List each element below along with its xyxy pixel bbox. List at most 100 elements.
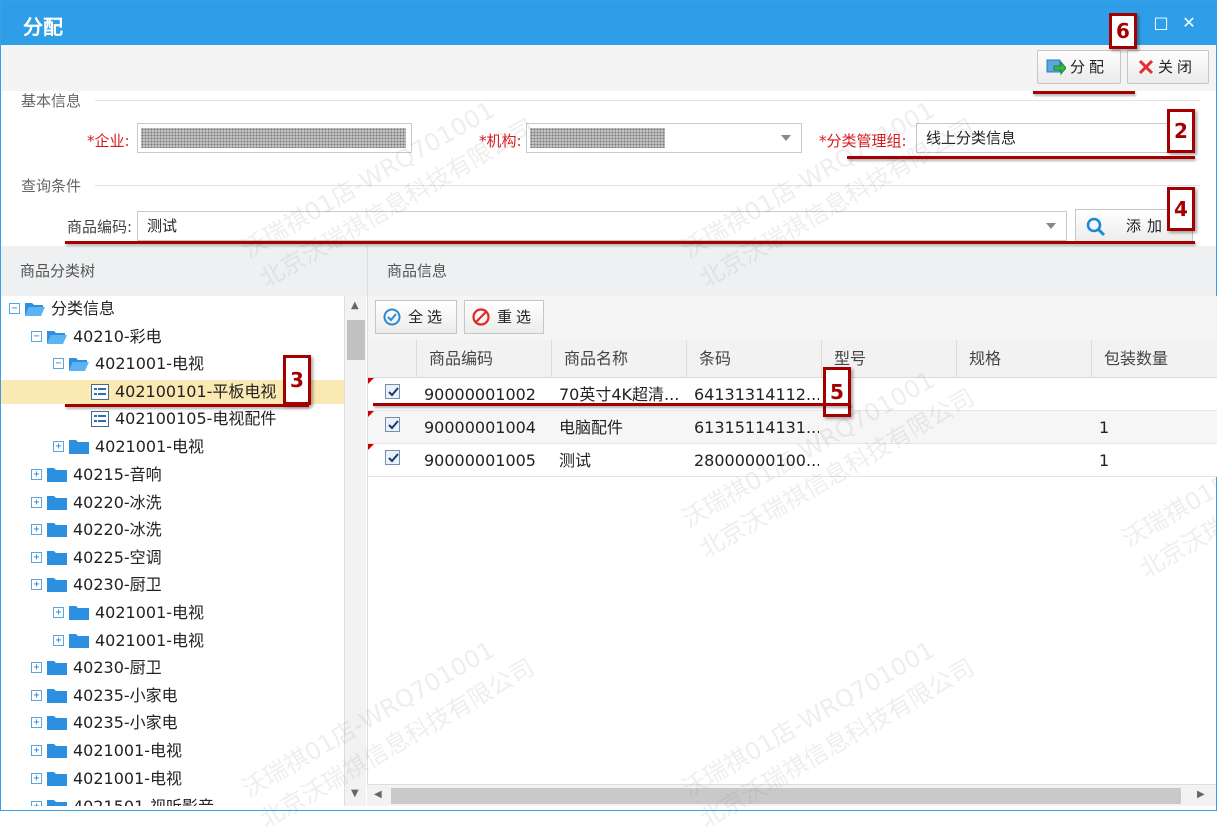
annotation-underline	[847, 156, 1195, 159]
modified-marker	[368, 411, 374, 417]
folder-icon	[69, 606, 89, 620]
table-row[interactable]: 90000001002 70英寸4K超清... 64131314112...	[368, 378, 1217, 411]
tree-node[interactable]: + 40230-厨卫	[31, 573, 331, 597]
cell-code: 90000001004	[424, 418, 536, 437]
collapse-toggle[interactable]: −	[53, 358, 64, 369]
expand-toggle[interactable]: +	[53, 635, 64, 646]
close-button[interactable]: 关闭	[1127, 50, 1209, 84]
annotation-underline	[1033, 91, 1135, 94]
tree-node[interactable]: + 4021501-视听影音	[31, 795, 331, 806]
column-header[interactable]: 规格	[956, 340, 1091, 378]
maximize-icon[interactable]: □	[1151, 13, 1171, 33]
expand-toggle[interactable]: +	[31, 662, 42, 673]
annotation-badge: 3	[283, 355, 311, 405]
expand-toggle[interactable]: +	[53, 441, 64, 452]
collapse-toggle[interactable]: −	[9, 303, 20, 314]
tree-node[interactable]: + 4021001-电视	[53, 435, 333, 459]
column-header[interactable]: 条码	[686, 340, 821, 378]
tree-node[interactable]: − 40210-彩电	[31, 325, 331, 349]
add-label: 添加	[1126, 217, 1169, 235]
column-header[interactable]: 商品名称	[551, 340, 686, 378]
expand-toggle[interactable]: +	[31, 773, 42, 784]
folder-open-icon	[69, 358, 89, 371]
list-leaf-icon	[91, 411, 109, 427]
expand-toggle[interactable]: +	[31, 552, 42, 563]
scroll-right-icon[interactable]: ▶	[1197, 789, 1205, 800]
collapse-toggle[interactable]: −	[31, 331, 42, 342]
category-group-select[interactable]: 线上分类信息	[916, 123, 1191, 153]
row-checkbox[interactable]	[385, 384, 400, 399]
table-row[interactable]: 90000001004 电脑配件 61315114131... 1	[368, 411, 1217, 444]
enterprise-field[interactable]	[137, 123, 412, 153]
tree-node[interactable]: + 40220-冰洗	[31, 518, 331, 542]
scroll-left-icon[interactable]: ◀	[374, 789, 382, 800]
folder-open-icon	[25, 303, 45, 316]
folder-icon	[47, 661, 67, 675]
close-window-icon[interactable]: ✕	[1179, 13, 1199, 33]
column-header[interactable]: 包装数量	[1091, 340, 1217, 378]
product-panel: 全选 重选 商品编码 商品名称 条码 型号 规格 包装数量 9000000100…	[367, 296, 1217, 806]
tree-node[interactable]: + 40230-厨卫	[31, 656, 331, 680]
select-all-label: 全选	[408, 308, 447, 326]
tree-node[interactable]: + 4021001-电视	[53, 629, 333, 653]
folder-icon	[47, 523, 67, 537]
tree-node[interactable]: + 40235-小家电	[31, 711, 331, 735]
expand-toggle[interactable]: +	[31, 579, 42, 590]
org-label: *机构:	[479, 132, 522, 150]
expand-toggle[interactable]: +	[31, 524, 42, 535]
expand-toggle[interactable]: +	[53, 607, 64, 618]
tree-node[interactable]: + 40235-小家电	[31, 684, 331, 708]
cell-name: 测试	[559, 451, 592, 470]
org-select[interactable]	[526, 123, 802, 153]
cell-name: 电脑配件	[559, 418, 624, 437]
expand-toggle[interactable]: +	[31, 497, 42, 508]
tree-vertical-scrollbar[interactable]: ▲ ▼	[344, 296, 366, 806]
search-icon	[1086, 217, 1106, 237]
row-checkbox[interactable]	[385, 417, 400, 432]
tree-node[interactable]: + 40225-空调	[31, 546, 331, 570]
scroll-thumb[interactable]	[391, 788, 1181, 804]
expand-toggle[interactable]: +	[31, 717, 42, 728]
tree-node[interactable]: + 4021001-电视	[31, 767, 331, 791]
close-label: 关闭	[1158, 58, 1197, 76]
title-bar: 分配 □ ✕	[1, 1, 1216, 45]
cell-qty: 1	[1099, 451, 1110, 470]
reselect-button[interactable]: 重选	[464, 300, 544, 334]
reselect-label: 重选	[497, 308, 536, 326]
expand-toggle[interactable]: +	[31, 745, 42, 756]
top-toolbar: 分配 关闭	[1, 45, 1216, 91]
folder-icon	[69, 634, 89, 648]
folder-icon	[47, 716, 67, 730]
expand-toggle[interactable]: +	[31, 469, 42, 480]
tree-node[interactable]: + 4021001-电视	[31, 739, 331, 763]
table-row[interactable]: 90000001005 测试 28000000100... 1	[368, 444, 1217, 477]
row-checkbox[interactable]	[385, 450, 400, 465]
folder-icon	[47, 772, 67, 786]
basic-info-section-label: 基本信息	[21, 92, 82, 110]
scroll-up-icon[interactable]: ▲	[351, 300, 359, 311]
folder-icon	[47, 800, 67, 806]
product-code-value: 测试	[147, 217, 178, 235]
assign-button[interactable]: 分配	[1037, 50, 1121, 84]
tree-node[interactable]: + 40215-音响	[31, 463, 331, 487]
scroll-down-icon[interactable]: ▼	[351, 788, 359, 799]
expand-toggle[interactable]: +	[31, 690, 42, 701]
tree-node[interactable]: + 4021001-电视	[53, 601, 333, 625]
scroll-thumb[interactable]	[347, 320, 365, 360]
section-divider	[95, 185, 1200, 186]
product-code-input[interactable]: 测试	[137, 211, 1067, 241]
grid-header: 商品编码 商品名称 条码 型号 规格 包装数量	[368, 340, 1217, 378]
modified-marker	[368, 378, 374, 384]
grid-horizontal-scrollbar[interactable]: ◀ ▶	[367, 784, 1216, 806]
expand-toggle[interactable]: +	[31, 801, 42, 806]
tree-node[interactable]: + 40220-冰洗	[31, 491, 331, 515]
select-all-button[interactable]: 全选	[375, 300, 457, 334]
tree-panel-header: 商品分类树	[1, 246, 367, 296]
chevron-down-icon	[781, 135, 791, 141]
product-toolbar: 全选 重选	[368, 296, 1217, 340]
masked-value	[530, 128, 665, 148]
column-header[interactable]: 商品编码	[416, 340, 551, 378]
tree-node[interactable]: 402100105-电视配件	[1, 407, 341, 431]
cell-barcode: 64131314112...	[694, 385, 819, 404]
tree-node[interactable]: − 分类信息	[9, 297, 339, 321]
